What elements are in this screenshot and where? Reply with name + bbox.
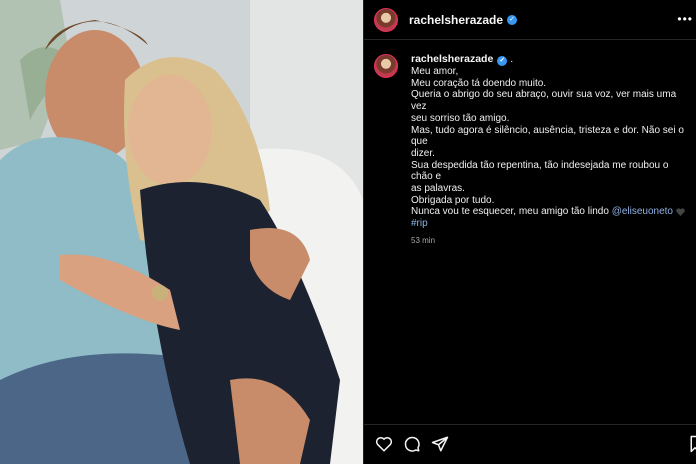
caption-line: as palavras. — [411, 183, 465, 195]
more-options-icon[interactable]: ••• — [677, 12, 693, 26]
couple-photo-illustration — [0, 0, 363, 464]
caption-line: Sua despedida tão repentina, tão indesej… — [411, 159, 669, 183]
caption-last-line: Nunca vou te esquecer, meu amigo tão lin… — [411, 206, 691, 218]
caption-last-text: Nunca vou te esquecer, meu amigo tão lin… — [411, 206, 612, 218]
caption-line: seu sorriso tão amigo. — [411, 112, 510, 124]
avatar[interactable] — [374, 7, 398, 32]
header-username[interactable]: rachelsherazade — [409, 13, 503, 27]
caption-line: dizer. — [411, 147, 435, 159]
share-icon[interactable] — [431, 435, 449, 453]
comment-icon[interactable] — [403, 435, 421, 453]
caption-line: Meu amor, — [411, 66, 459, 77]
bookmark-icon[interactable] — [689, 435, 696, 453]
post-photo — [0, 0, 363, 464]
post-panel: rachelsherazade ✓ ••• rachelsherazade ✓ .… — [363, 0, 696, 464]
mention-link[interactable]: @eliseuoneto — [612, 206, 673, 217]
caption-user-suffix: . — [510, 53, 514, 65]
caption-line: Queria o abrigo do seu abraço, ouvir sua… — [411, 89, 677, 113]
post-timestamp: 53 min — [411, 235, 436, 245]
heart-icon[interactable] — [375, 435, 393, 453]
post-header: rachelsherazade ✓ ••• — [364, 0, 696, 40]
hashtag-link[interactable]: #rip — [411, 218, 691, 230]
caption-avatar[interactable] — [374, 54, 398, 78]
action-bar — [364, 424, 696, 464]
black-heart-icon — [676, 208, 685, 216]
caption-verified-badge-icon: ✓ — [497, 55, 508, 66]
caption-body: rachelsherazade ✓ . Meu amor, Meu coração… — [411, 52, 691, 245]
caption-line: Obrigada por tudo. — [411, 194, 495, 206]
caption-line: Meu coração tá doendo muito. — [411, 77, 547, 89]
caption-author: rachelsherazade ✓ . — [411, 52, 691, 66]
caption-line: Mas, tudo agora é silêncio, ausência, tr… — [411, 124, 684, 148]
caption: rachelsherazade ✓ . Meu amor, Meu coração… — [374, 52, 694, 245]
caption-username[interactable]: rachelsherazade — [411, 53, 493, 65]
verified-badge-icon: ✓ — [507, 14, 518, 25]
